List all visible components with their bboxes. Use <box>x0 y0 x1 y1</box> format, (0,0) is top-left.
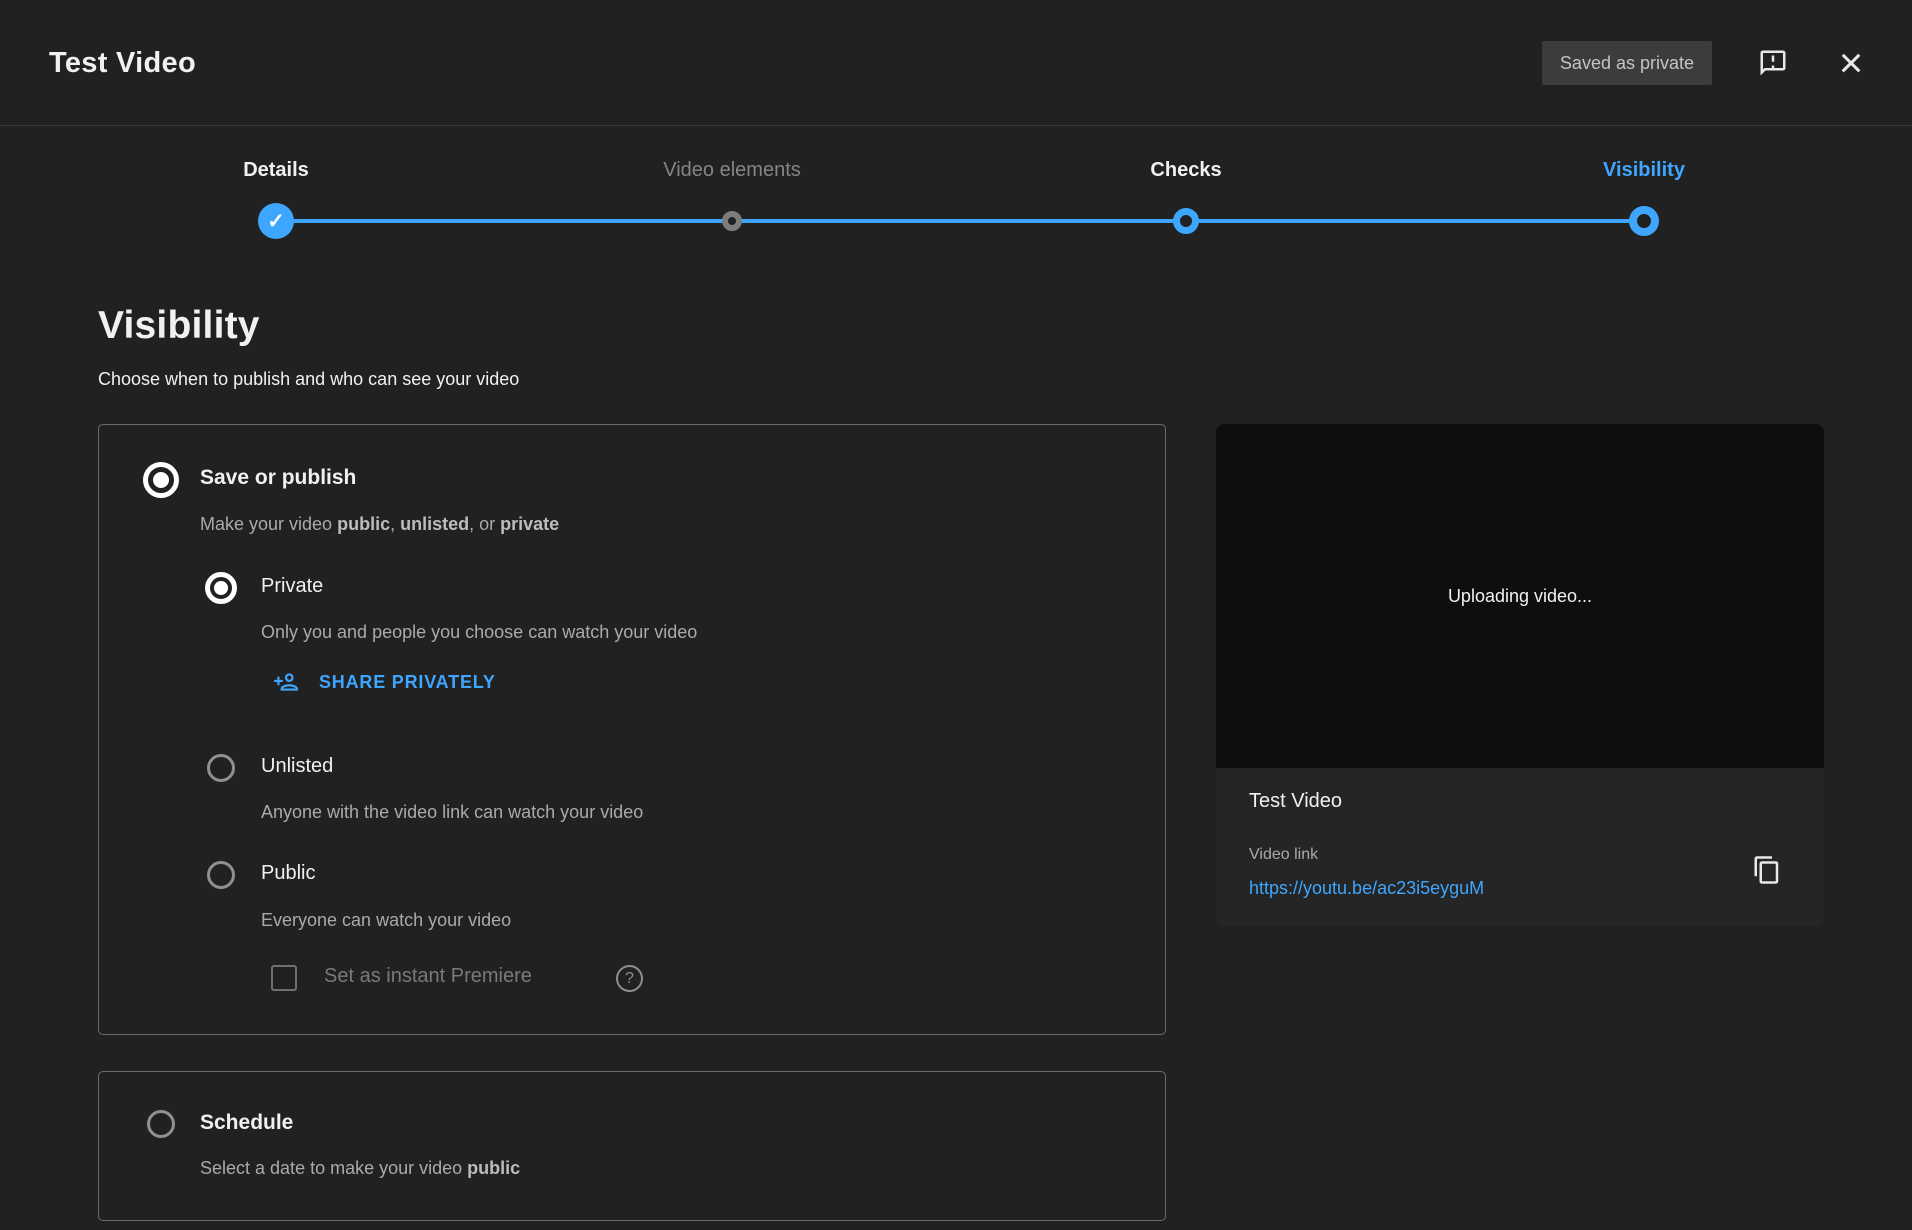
uploading-status: Uploading video... <box>1448 586 1592 607</box>
page-title: Visibility <box>98 304 260 348</box>
text-segment: , or <box>469 514 500 534</box>
unlisted-radio[interactable] <box>207 754 235 782</box>
video-link-label: Video link <box>1249 846 1318 864</box>
unlisted-label: Unlisted <box>261 755 333 778</box>
radio-dot <box>153 472 169 488</box>
text-segment-bold: private <box>500 514 559 534</box>
schedule-description: Select a date to make your video public <box>200 1158 520 1179</box>
schedule-label: Schedule <box>200 1111 293 1135</box>
private-description: Only you and people you choose can watch… <box>261 622 697 643</box>
person-add-icon <box>271 669 301 695</box>
private-label: Private <box>261 575 323 598</box>
text-segment: , <box>390 514 400 534</box>
step-circle-details-check-icon[interactable]: ✓ <box>258 203 294 239</box>
public-description: Everyone can watch your video <box>261 910 511 931</box>
video-info-panel: Test Video Video link https://youtu.be/a… <box>1216 768 1824 926</box>
unlisted-description: Anyone with the video link can watch you… <box>261 802 643 823</box>
instant-premiere-label: Set as instant Premiere <box>324 965 532 988</box>
public-radio[interactable] <box>207 861 235 889</box>
step-circle-video-elements[interactable] <box>722 211 742 231</box>
public-label: Public <box>261 862 315 885</box>
video-title: Test Video <box>1249 790 1342 813</box>
instant-premiere-checkbox[interactable] <box>271 965 297 991</box>
video-preview-area: Uploading video... <box>1216 424 1824 768</box>
feedback-glyph <box>1758 48 1788 78</box>
copy-link-icon[interactable] <box>1749 852 1785 888</box>
step-label-visibility[interactable]: Visibility <box>1603 159 1685 182</box>
copy-glyph <box>1752 853 1782 887</box>
share-privately-label: SHARE PRIVATELY <box>319 672 496 693</box>
step-circle-visibility[interactable] <box>1629 206 1659 236</box>
close-icon[interactable]: × <box>1834 46 1868 80</box>
text-segment-bold: unlisted <box>400 514 469 534</box>
text-segment: Select a date to make your video <box>200 1158 467 1178</box>
text-segment-bold: public <box>337 514 390 534</box>
video-preview-card: Uploading video... Test Video Video link… <box>1216 424 1824 926</box>
video-link-url[interactable]: https://youtu.be/ac23i5eyguM <box>1249 878 1484 899</box>
save-status-badge: Saved as private <box>1542 41 1712 85</box>
step-label-checks[interactable]: Checks <box>1150 159 1221 182</box>
schedule-section: Schedule Select a date to make your vide… <box>98 1071 1166 1221</box>
save-or-publish-label: Save or publish <box>200 466 356 490</box>
dialog-header: Test Video Saved as private × <box>0 0 1912 126</box>
feedback-icon[interactable] <box>1756 46 1790 80</box>
text-segment: Make your video <box>200 514 337 534</box>
dialog-title: Test Video <box>49 0 196 126</box>
step-circle-checks[interactable] <box>1173 208 1199 234</box>
header-actions: Saved as private × <box>1542 0 1868 126</box>
check-icon: ✓ <box>267 209 285 234</box>
schedule-radio[interactable] <box>147 1110 175 1138</box>
save-or-publish-description: Make your video public, unlisted, or pri… <box>200 514 559 535</box>
save-or-publish-section: Save or publish Make your video public, … <box>98 424 1166 1035</box>
private-radio[interactable] <box>205 572 237 604</box>
radio-dot <box>214 581 228 595</box>
save-or-publish-radio[interactable] <box>143 462 179 498</box>
step-label-details[interactable]: Details <box>243 159 309 182</box>
share-privately-button[interactable]: SHARE PRIVATELY <box>271 669 496 695</box>
close-glyph: × <box>1839 46 1864 80</box>
step-label-video-elements[interactable]: Video elements <box>663 159 801 182</box>
help-glyph: ? <box>625 970 634 988</box>
premiere-help-icon[interactable]: ? <box>616 965 643 992</box>
text-segment-bold: public <box>467 1158 520 1178</box>
page-subtitle: Choose when to publish and who can see y… <box>98 369 519 390</box>
stepper-line <box>276 219 1644 223</box>
